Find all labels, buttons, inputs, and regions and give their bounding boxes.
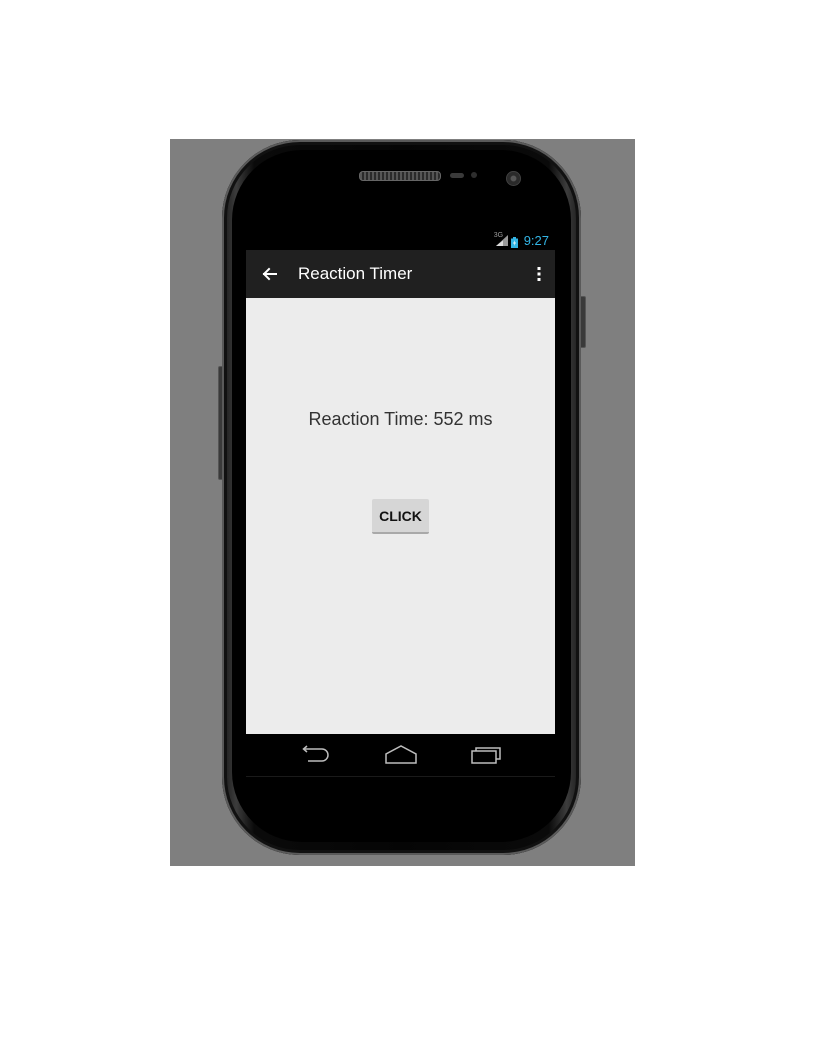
front-camera-icon <box>506 171 521 186</box>
arrow-left-icon[interactable] <box>260 264 280 284</box>
nav-home-icon[interactable] <box>383 743 419 767</box>
status-bar: 3G 9:27 <box>246 230 555 250</box>
status-icons: 3G 9:27 <box>494 232 549 248</box>
earpiece-speaker <box>359 171 441 181</box>
app-title: Reaction Timer <box>298 264 413 283</box>
light-sensor <box>471 172 477 178</box>
click-button[interactable]: CLICK <box>372 499 429 534</box>
page: 3G 9:27 Reaction Timer Reaction Time: 55… <box>0 0 816 1056</box>
navigation-bar <box>246 734 555 777</box>
battery-icon <box>510 235 518 248</box>
nav-recents-icon[interactable] <box>468 743 504 767</box>
nav-back-icon[interactable] <box>298 743 334 767</box>
action-bar: Reaction Timer <box>246 250 555 298</box>
overflow-menu-icon[interactable] <box>531 262 547 286</box>
main-content: Reaction Time: 552 ms CLICK <box>246 298 555 734</box>
status-clock: 9:27 <box>523 232 549 248</box>
signal-icon: 3G <box>494 232 508 246</box>
proximity-sensor <box>450 173 464 178</box>
reaction-time-label: Reaction Time: 552 ms <box>308 409 493 429</box>
